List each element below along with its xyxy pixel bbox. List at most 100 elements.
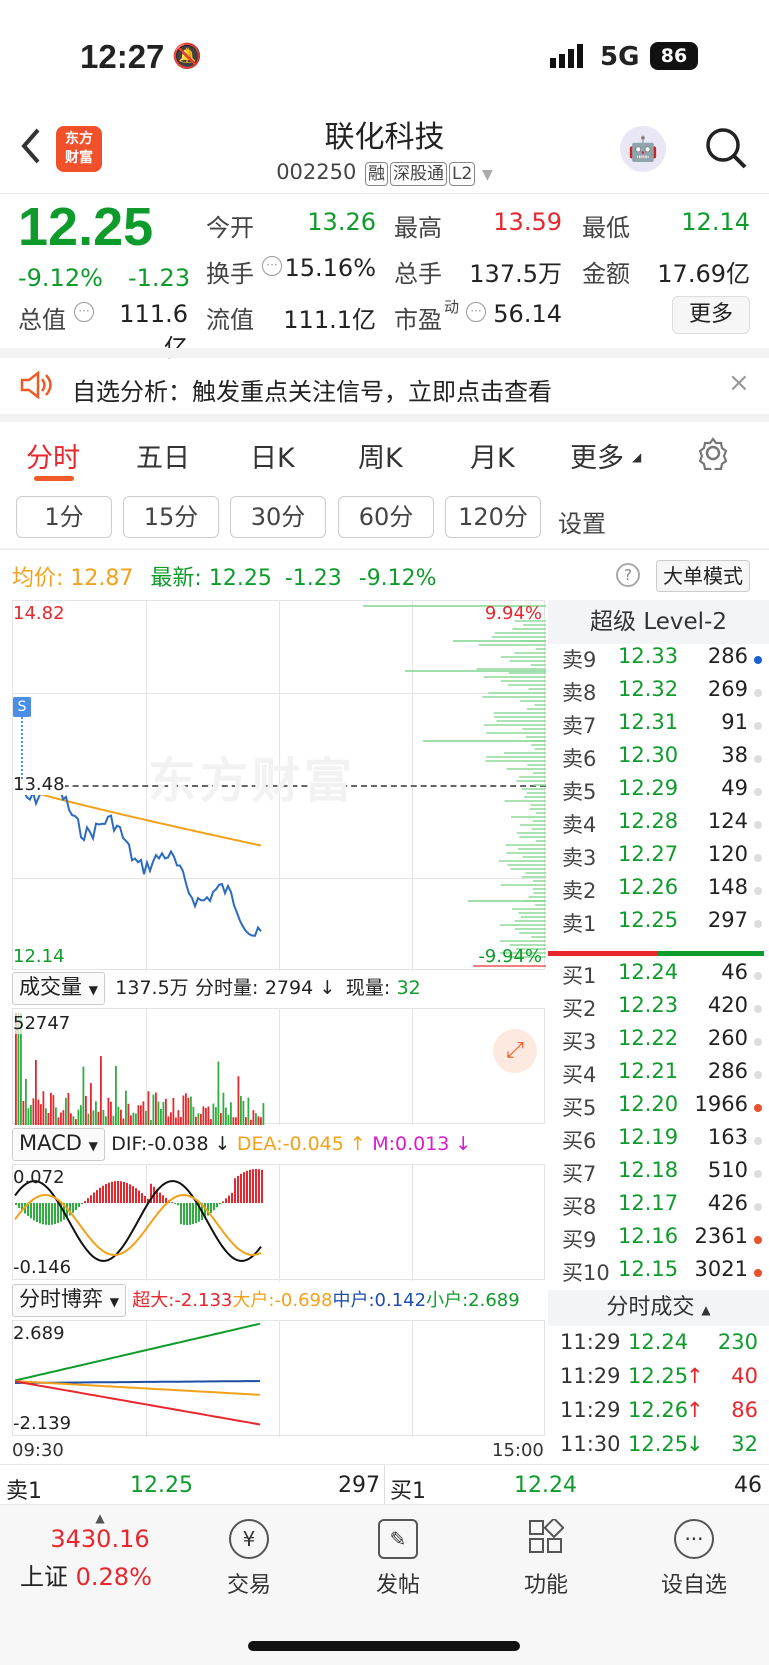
bid-vol: 2361	[694, 1224, 748, 1248]
tab-weekly-k[interactable]: 周K	[358, 436, 403, 475]
order-dot	[754, 1038, 762, 1046]
period-15min[interactable]: 15分	[123, 496, 219, 538]
macd-bar	[51, 1203, 53, 1225]
notice-bar[interactable]: 自选分析：触发重点关注信号，立即点击查看 ×	[0, 358, 769, 416]
volume-bar	[167, 1116, 170, 1125]
volume-bar	[110, 1101, 112, 1125]
ask-row[interactable]: 卖6 12.30 38	[556, 743, 766, 775]
volume-bar	[200, 1113, 202, 1125]
macd-bar	[105, 1184, 107, 1203]
period-60min[interactable]: 60分	[338, 496, 434, 538]
tab-monthly-k[interactable]: 月K	[470, 436, 515, 475]
bid-row[interactable]: 买3 12.22 260	[556, 1026, 766, 1058]
bid-row[interactable]: 买4 12.21 286	[556, 1059, 766, 1091]
volume-bar	[240, 1095, 242, 1125]
home-indicator[interactable]	[248, 1641, 520, 1651]
level2-title[interactable]: 超级 Level-2	[548, 600, 769, 644]
bid-row[interactable]: 买5 12.20 1966	[556, 1092, 766, 1124]
volume-selector[interactable]: 成交量 ▼	[12, 972, 105, 1005]
order-dot	[754, 920, 762, 928]
pct-high-label: 9.94%	[484, 603, 542, 624]
tab-daily-k[interactable]: 日K	[250, 436, 295, 475]
info-icon[interactable]: ···	[74, 302, 94, 322]
bid-row[interactable]: 买8 12.17 426	[556, 1191, 766, 1223]
ask-row[interactable]: 卖3 12.27 120	[556, 842, 766, 874]
help-icon[interactable]: ?	[616, 563, 640, 587]
macd-bar	[177, 1203, 179, 1206]
ask-row[interactable]: 卖1 12.25 297	[556, 908, 766, 940]
macd-bar	[171, 1202, 173, 1203]
bid-row[interactable]: 买10 12.15 3021	[556, 1257, 766, 1289]
macd-bar	[102, 1185, 104, 1203]
macd-bar	[108, 1182, 110, 1203]
trades-header[interactable]: 分时成交 ▲	[548, 1290, 769, 1326]
bid-row[interactable]: 买2 12.23 420	[556, 993, 766, 1025]
bid-row[interactable]: 买9 12.16 2361	[556, 1224, 766, 1256]
low-label: 最低	[582, 214, 630, 242]
bid-price: 12.18	[618, 1158, 679, 1182]
macd-bar	[159, 1192, 161, 1203]
ask-row[interactable]: 卖9 12.33 286	[556, 644, 766, 676]
period-1min[interactable]: 1分	[16, 496, 112, 538]
volume-chart[interactable]: 52747 ⤢	[12, 1008, 545, 1125]
period-120min[interactable]: 120分	[445, 496, 541, 538]
macd-selector[interactable]: MACD ▼	[12, 1128, 105, 1161]
macd-bar	[126, 1182, 128, 1203]
bid-price: 12.22	[618, 1026, 679, 1050]
close-icon[interactable]: ×	[728, 368, 750, 398]
ask-label: 卖5	[562, 780, 597, 804]
ask-row[interactable]: 卖4 12.28 124	[556, 809, 766, 841]
nav-post[interactable]: ✎ 发帖	[343, 1519, 453, 1599]
ask-row[interactable]: 卖8 12.32 269	[556, 677, 766, 709]
ask-row[interactable]: 卖5 12.29 49	[556, 776, 766, 808]
volume-bar	[87, 1113, 90, 1125]
turnover-value: 15.16%	[284, 254, 376, 282]
macd-bar	[78, 1203, 80, 1208]
bid-row[interactable]: 买7 12.18 510	[556, 1158, 766, 1190]
mute-icon: 🔕	[172, 42, 202, 70]
trade-time: 11:29	[560, 1330, 621, 1354]
bid-row[interactable]: 买1 12.24 46	[556, 960, 766, 992]
robot-avatar-icon[interactable]: 🤖	[620, 126, 666, 172]
expand-icon[interactable]: ⤢	[493, 1029, 537, 1073]
ask-row[interactable]: 卖7 12.31 91	[556, 710, 766, 742]
nav-add-watchlist[interactable]: ··· 设自选	[639, 1519, 749, 1599]
signal-marker[interactable]: S	[13, 697, 31, 717]
volume-bar	[127, 1103, 130, 1125]
price-chart[interactable]: 东方财富 14.82 13.48 12.14 9.94% -9.94% S	[12, 600, 546, 971]
flow-chart[interactable]: 2.689 -2.139	[12, 1320, 545, 1437]
order-dot	[754, 1236, 762, 1244]
more-icon: ···	[674, 1519, 714, 1559]
period-30min[interactable]: 30分	[230, 496, 326, 538]
tab-more[interactable]: 更多	[570, 436, 624, 475]
nav-trade[interactable]: ¥ 交易	[194, 1519, 304, 1599]
ask-label: 卖4	[562, 813, 597, 837]
tab-intraday[interactable]: 分时	[26, 436, 80, 475]
flow-selector[interactable]: 分时博弈 ▼	[12, 1284, 126, 1317]
bid-label: 买2	[562, 997, 597, 1021]
order-dot	[754, 656, 762, 664]
now-volume-value: 32	[396, 977, 421, 999]
volume-bar	[147, 1091, 150, 1125]
abs-change: -1.23	[128, 264, 191, 292]
ask-label: 卖9	[562, 648, 597, 672]
trade-price: 12.25	[628, 1432, 689, 1456]
ask-row[interactable]: 卖2 12.26 148	[556, 875, 766, 907]
ask-price: 12.30	[618, 743, 679, 767]
bid-row[interactable]: 买6 12.19 163	[556, 1125, 766, 1157]
ask-price: 12.33	[618, 644, 679, 668]
nav-functions[interactable]: 功能	[491, 1517, 601, 1599]
nav-add-watchlist-label: 设自选	[660, 1573, 727, 1598]
big-order-mode-button[interactable]: 大单模式	[656, 560, 750, 592]
macd-header: MACD ▼ DIF:-0.038 ↓ DEA:-0.045 ↑ M:0.013…	[12, 1128, 545, 1162]
search-icon[interactable]	[704, 126, 748, 174]
macd-chart[interactable]: 0.072 -0.146	[12, 1164, 545, 1281]
ask-list: 卖9 12.33 286 卖8 12.32 269 卖7 12.31 91 卖6 12.30 38 卖5…	[548, 644, 769, 944]
volume-bar	[32, 1098, 35, 1125]
index-widget[interactable]: ▲ 3430.16 上证 0.28%	[20, 1511, 180, 1592]
gear-icon[interactable]	[696, 436, 730, 477]
seg-volume-value: 2794	[264, 977, 314, 999]
tab-five-day[interactable]: 五日	[136, 436, 190, 475]
more-button[interactable]: 更多	[672, 296, 750, 334]
period-settings[interactable]: 设置	[558, 504, 606, 539]
